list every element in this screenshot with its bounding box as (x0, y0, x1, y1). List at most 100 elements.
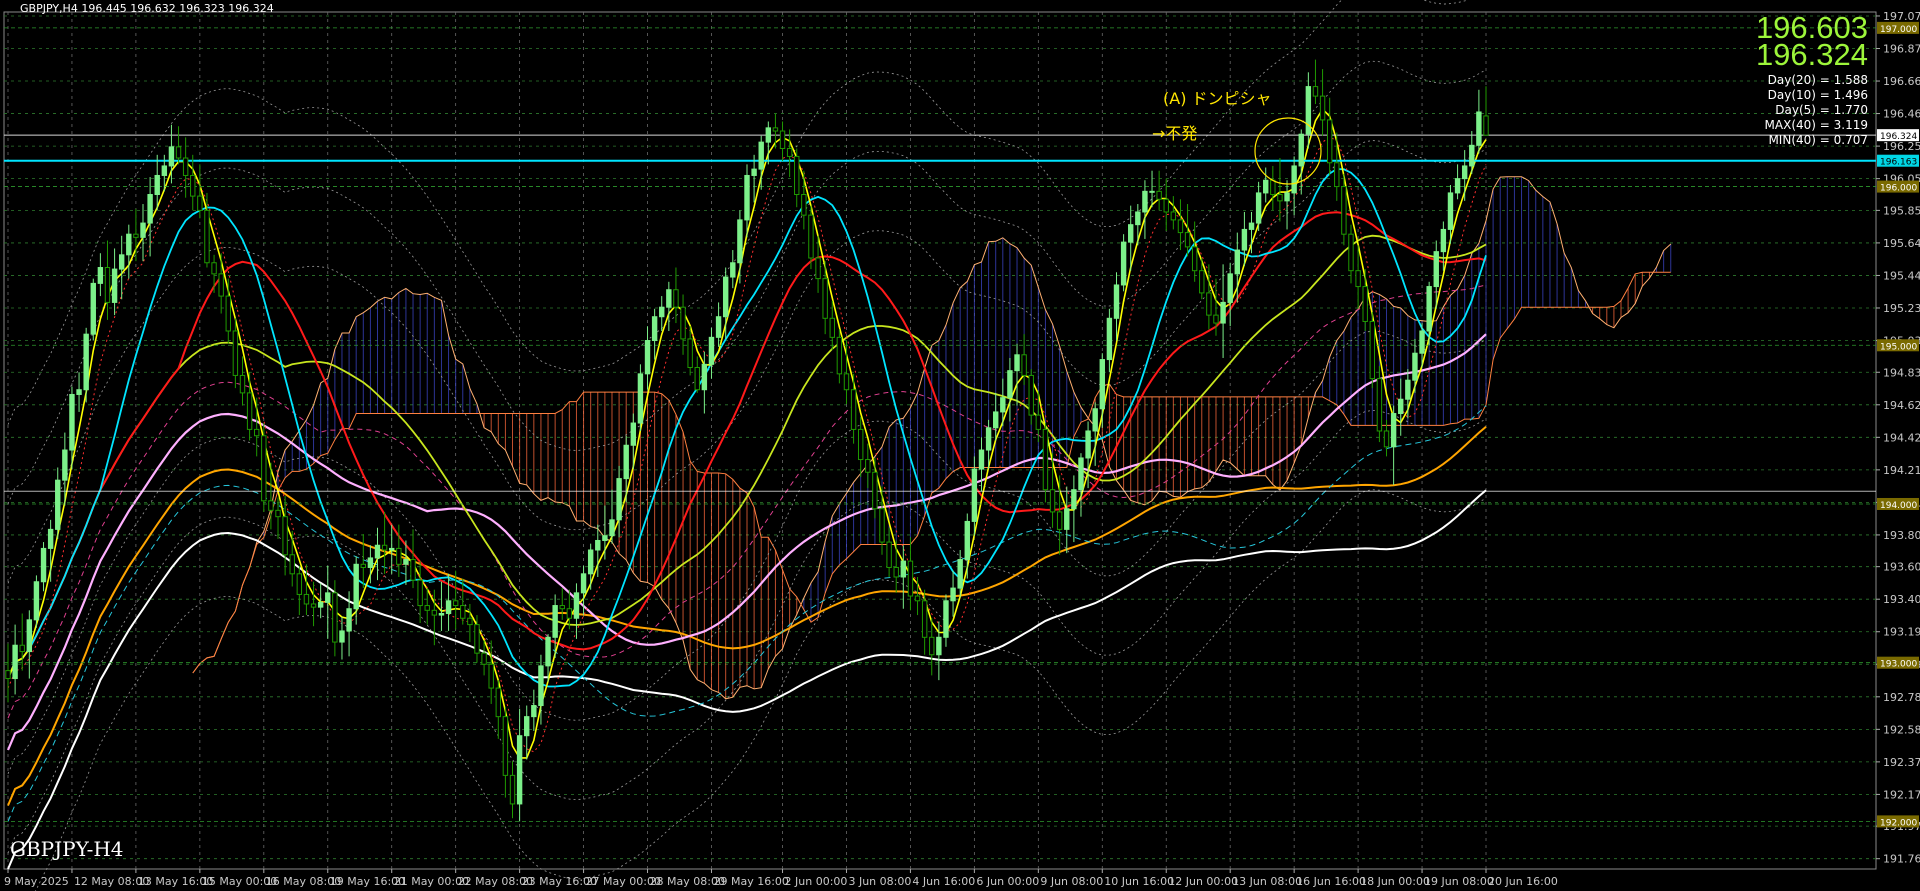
candle-body (1099, 359, 1105, 410)
stat-min40: MIN(40) = 0.707 (1768, 133, 1868, 147)
candle-body (1078, 457, 1084, 491)
price-tag-label: 196.163 (1880, 158, 1917, 168)
candle-body (1177, 219, 1184, 234)
candle-body (467, 617, 473, 626)
candle-body (1454, 178, 1461, 194)
candle-body (62, 449, 68, 481)
price-chart[interactable]: 197.075196.870196.665196.460196.255196.0… (0, 0, 1920, 891)
candle-body (914, 595, 921, 602)
candle-body (1341, 186, 1347, 235)
candle-body (5, 670, 11, 680)
chart-window[interactable]: 197.075196.870196.665196.460196.255196.0… (0, 0, 1920, 891)
candle-body (47, 528, 54, 549)
candle-body (531, 705, 537, 718)
candle-body (488, 663, 494, 689)
candle-body (1270, 179, 1276, 196)
candle-body (552, 605, 558, 638)
candle-body (602, 535, 608, 541)
candle-body (111, 268, 118, 303)
candle-body (118, 254, 125, 270)
symbol-header: GBPJPY,H4 196.445 196.632 196.323 196.32… (20, 2, 274, 15)
candle-body (232, 330, 239, 376)
candle-body (559, 605, 565, 610)
candle-body (1348, 233, 1354, 272)
candle-body (1483, 115, 1489, 136)
candle-body (680, 306, 686, 340)
candle-body (431, 609, 438, 616)
candle-body (779, 130, 786, 149)
candle-body (516, 735, 523, 805)
x-tick-label: 3 Jun 08:00 (848, 875, 911, 888)
candle-body (971, 468, 978, 522)
candle-body (822, 278, 828, 319)
candle-body (772, 127, 779, 132)
candle-body (1326, 119, 1333, 164)
stat-day20: Day(20) = 1.588 (1768, 73, 1868, 87)
y-tick-label: 192.785 (1883, 691, 1920, 704)
price-tag-label: 192.000 (1880, 818, 1917, 828)
y-tick-label: 195.235 (1883, 302, 1920, 315)
x-tick-label: 2 Jun 00:00 (785, 875, 848, 888)
candle-body (1284, 192, 1290, 202)
candle-body (1220, 301, 1226, 324)
candle-body (424, 605, 430, 611)
x-tick-label: 20 Jun 16:00 (1488, 875, 1558, 888)
candle-body (445, 600, 452, 614)
y-tick-label: 194.215 (1883, 464, 1920, 477)
y-tick-label: 196.870 (1883, 43, 1920, 56)
candle-body (737, 219, 743, 264)
y-tick-label: 193.195 (1883, 626, 1920, 639)
annotation-line-2: →不発 (1152, 124, 1197, 143)
candle-body (865, 459, 871, 473)
candle-body (850, 389, 857, 430)
candle-body (289, 554, 295, 575)
candle-body (872, 471, 878, 510)
candle-body (929, 636, 935, 656)
candle-body (1163, 198, 1169, 213)
candle-body (587, 549, 594, 575)
candle-body (26, 619, 33, 653)
candle-body (374, 544, 381, 559)
candle-body (218, 273, 224, 297)
candle-body (90, 282, 96, 335)
candle-body (566, 608, 573, 619)
candle-body (1234, 249, 1241, 275)
candle-body (538, 665, 544, 707)
candle-body (197, 195, 203, 211)
candle-body (332, 592, 338, 643)
candle-body (694, 366, 700, 391)
candle-body (168, 146, 175, 167)
candle-body (1255, 192, 1262, 224)
candle-body (147, 194, 153, 224)
candle-body (396, 547, 402, 565)
y-tick-label: 194.830 (1883, 366, 1920, 379)
candle-body (794, 155, 800, 196)
candle-body (460, 605, 466, 619)
candle-body (730, 262, 736, 278)
x-tick-label: 9 May 2025 (4, 875, 69, 888)
candle-body (893, 566, 899, 578)
candle-body (1028, 374, 1034, 416)
candle-body (1184, 232, 1191, 248)
candle-body (452, 600, 459, 607)
candle-body (211, 262, 217, 275)
candle-body (985, 427, 992, 451)
y-tick-label: 192.580 (1883, 723, 1920, 736)
candle-body (786, 147, 793, 157)
candle-body (246, 392, 253, 430)
candle-body (1248, 222, 1255, 230)
annotation-line-1: (A) ドンピシャ (1163, 89, 1272, 108)
candle-body (1319, 95, 1326, 121)
candle-body (182, 157, 189, 176)
candle-body (1355, 270, 1361, 288)
candle-body (1113, 284, 1120, 319)
x-tick-label: 29 May 16:00 (713, 875, 788, 888)
candle-body (261, 435, 267, 502)
candle-body (1390, 413, 1397, 448)
price-tag-label: 195.000 (1880, 342, 1917, 352)
candle-body (957, 559, 963, 589)
candle-body (1312, 86, 1319, 97)
candle-body (616, 478, 622, 521)
candle-body (907, 560, 914, 597)
y-tick-label: 196.665 (1883, 75, 1920, 88)
